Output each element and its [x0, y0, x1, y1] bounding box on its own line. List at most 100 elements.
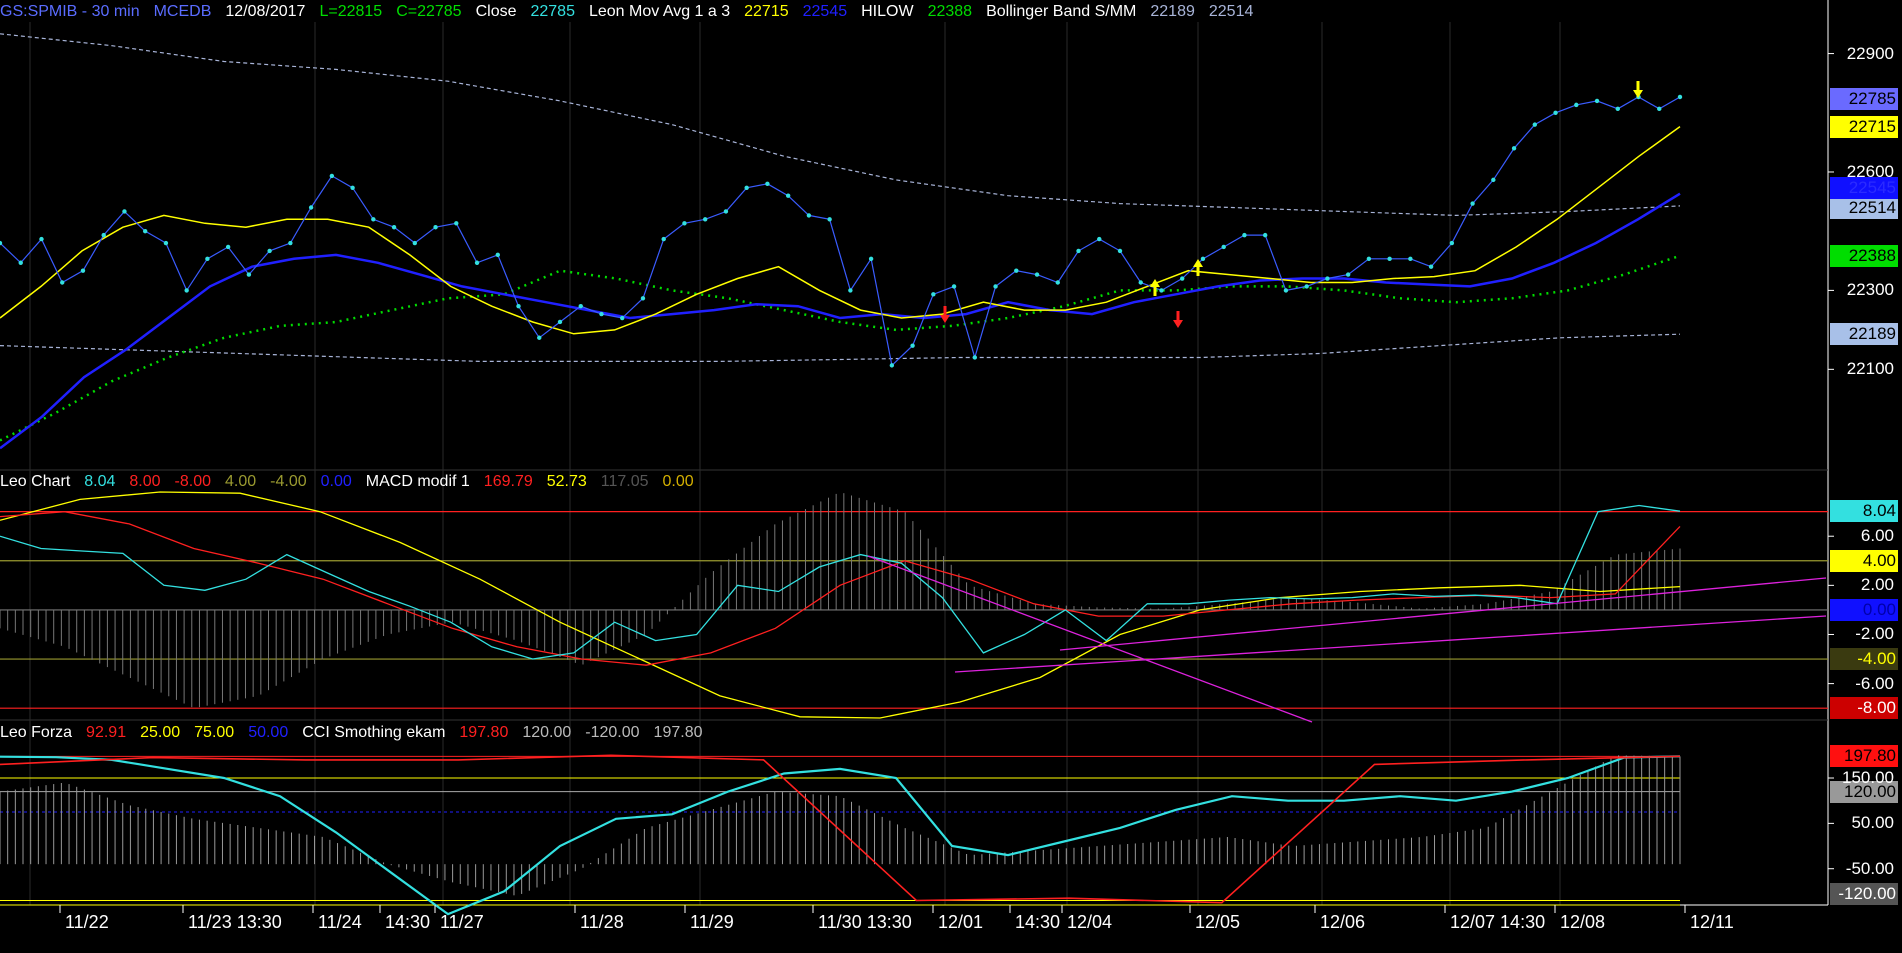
tag-macd-level: -8.00: [1830, 697, 1898, 720]
cci-header-item-5: CCI Smothing ekam: [302, 724, 446, 741]
close-price-point: [1014, 268, 1019, 273]
bollinger-lower-line: [0, 333, 1681, 362]
main-header-item-6: 22785: [530, 3, 575, 20]
close-price-point: [474, 260, 480, 265]
main-y-tick-label: 22900: [1846, 43, 1894, 63]
cci-header-item-1: 92.91: [86, 724, 127, 741]
close-price-point: [1574, 102, 1579, 108]
close-price-point: [412, 240, 418, 246]
x-tick-label: 11/30 13:30: [818, 912, 912, 932]
close-price-point: [1657, 106, 1662, 112]
macd-header-item-4: 4.00: [225, 473, 257, 490]
tag-close: 22785: [1830, 87, 1898, 110]
macd-header-item-0: Leo Chart: [0, 473, 71, 490]
tag-ma-fast: 22715: [1830, 115, 1898, 138]
tag-macd-level: 4.00: [1830, 549, 1898, 572]
signal-arrow-head: [1633, 90, 1643, 98]
macd-header-item-6: 0.00: [320, 473, 352, 490]
macd-header-item-1: 8.04: [84, 473, 116, 490]
close-price-point: [350, 185, 355, 190]
close-price-point: [765, 181, 770, 187]
main-header-item-9: 22545: [802, 3, 848, 20]
x-tick-label: 12/04: [1067, 912, 1113, 932]
close-price-point: [785, 193, 791, 198]
close-price-point: [288, 240, 293, 246]
tag-cci-level: -120.00: [1830, 883, 1898, 906]
main-header-item-5: Close: [475, 3, 517, 20]
tag-bb-upper: 22514: [1830, 196, 1898, 219]
main-header-item-12: Bollinger Band S/MM: [986, 3, 1137, 20]
cci-header-item-8: -120.00: [585, 724, 640, 741]
close-price-point: [1055, 280, 1060, 285]
main-header-item-7: Leon Mov Avg 1 a 3: [588, 3, 731, 20]
close-price-point: [391, 225, 397, 230]
main-y-tick-label: 22300: [1846, 280, 1894, 300]
tag-macd-level: 0.00: [1830, 598, 1898, 621]
close-price-point: [1180, 276, 1185, 281]
close-price-point: [122, 209, 127, 214]
x-tick-label: 11/22: [65, 912, 109, 932]
close-price-point: [267, 248, 272, 254]
close-price-point: [184, 288, 189, 293]
x-tick-label: 11/27: [440, 912, 484, 932]
x-tick-label: 12/06: [1320, 912, 1366, 932]
close-price-point: [702, 217, 708, 222]
close-price-point: [329, 173, 335, 179]
cci-header-item-0: Leo Forza: [0, 724, 73, 741]
close-price-point: [1387, 256, 1392, 262]
trading-chart[interactable]: GS:SPMIB - 30 min MCEDB 12/08/2017 L=22815 C…: [0, 0, 1902, 953]
close-price-point: [1408, 256, 1413, 262]
close-price-point: [225, 244, 231, 250]
trendline-up-2: [1059, 577, 1827, 651]
close-price-point: [1097, 236, 1102, 242]
cci-header-item-9: 197.80: [653, 724, 703, 741]
close-price-point: [1138, 280, 1143, 285]
close-price-point: [993, 284, 998, 289]
main-header-item-8: 22715: [744, 3, 789, 20]
close-price-point: [1242, 232, 1247, 238]
cci-panel-header: Leo Forza 92.91 25.00 75.00 50.00 CCI Smothin…: [0, 722, 716, 744]
cci-header-item-2: 25.00: [140, 724, 181, 741]
main-y-tick-label: 22600: [1846, 161, 1894, 181]
x-tick-label: 12/05: [1195, 912, 1241, 932]
close-price-point: [142, 228, 148, 234]
close-price-point: [308, 205, 314, 210]
close-price-line: [0, 96, 1681, 367]
close-price-point: [931, 292, 936, 297]
macd-y-tick-label: 6.00: [1860, 526, 1894, 546]
moving-average-fast-line: [0, 125, 1681, 335]
cci-y-tick-label: 150.00: [1842, 768, 1894, 787]
signal-arrow-head: [1150, 279, 1160, 287]
macd-header-item-8: 169.79: [483, 473, 533, 490]
macd-panel-header: Leo Chart 8.04 8.00 -8.00 4.00 -4.00 0.00 MACD …: [0, 471, 708, 493]
x-tick-label: 11/29: [690, 912, 734, 932]
close-price-point: [827, 217, 832, 222]
close-price-point: [1615, 106, 1620, 112]
close-price-point: [889, 363, 895, 368]
macd-header-item-3: -8.00: [174, 473, 212, 490]
close-price-point: [1428, 264, 1434, 269]
close-price-point: [1491, 177, 1496, 183]
close-price-point: [1221, 244, 1226, 250]
x-tick-label: 12/11: [1690, 912, 1734, 932]
main-y-tick-label: 22100: [1846, 359, 1894, 379]
macd-y-tick-label: -6.00: [1855, 673, 1894, 693]
cci-smoothing-line: [0, 755, 1681, 916]
close-price-point: [744, 185, 749, 190]
close-price-point: [371, 217, 376, 222]
close-price-point: [433, 225, 438, 230]
close-price-point: [599, 311, 604, 317]
tag-bb-lower: 22189: [1830, 323, 1898, 346]
close-price-point: [1159, 288, 1164, 293]
close-price-point: [1283, 288, 1289, 293]
x-tick-label: 12/08: [1560, 912, 1606, 932]
x-tick-label: 14:30: [385, 912, 431, 932]
tag-macd-level: 8.04: [1830, 500, 1898, 523]
close-price-point: [537, 335, 542, 340]
close-price-point: [163, 240, 169, 246]
close-price-point: [18, 260, 23, 265]
tag-macd-level: -4.00: [1830, 648, 1898, 671]
close-price-point: [39, 236, 44, 242]
close-price-point: [60, 280, 65, 285]
close-price-point: [951, 284, 957, 289]
